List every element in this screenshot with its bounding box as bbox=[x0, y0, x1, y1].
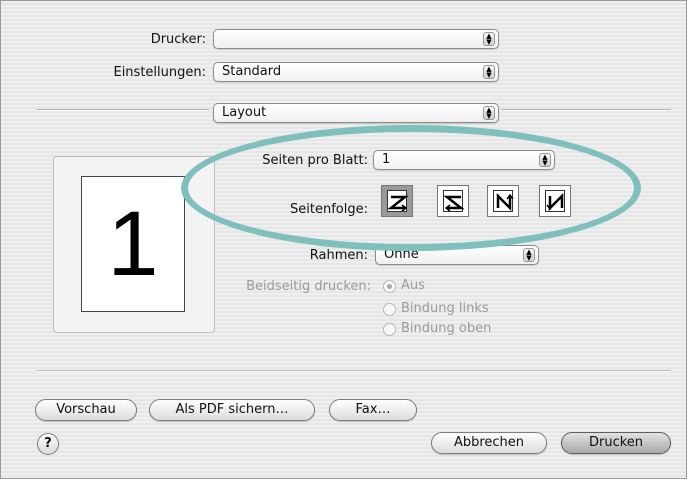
duplex-bind-left-label: Bindung links bbox=[401, 301, 489, 316]
page-preview: 1 bbox=[81, 176, 185, 312]
popup-arrows-icon: ▲ ▼ bbox=[523, 248, 535, 262]
print-button[interactable]: Drucken bbox=[561, 432, 671, 454]
fax-button[interactable]: Fax… bbox=[329, 399, 417, 421]
popup-arrows-icon: ▲ ▼ bbox=[483, 106, 495, 120]
duplex-bind-top-radio[interactable] bbox=[383, 323, 396, 336]
popup-arrows-icon: ▲ ▼ bbox=[539, 153, 551, 167]
n-order-icon bbox=[496, 192, 514, 212]
duplex-bind-left-radio[interactable] bbox=[383, 303, 396, 316]
reverse-z-order-icon bbox=[443, 195, 465, 212]
reverse-n-order-icon bbox=[546, 192, 564, 212]
panel-popup[interactable]: Layout ▲ ▼ bbox=[213, 103, 499, 123]
border-label: Rahmen: bbox=[309, 248, 368, 263]
popup-arrows-icon: ▲ ▼ bbox=[483, 32, 495, 46]
pages-per-sheet-label: Seiten pro Blatt: bbox=[262, 153, 368, 168]
border-value: Ohne bbox=[384, 247, 419, 262]
preview-button[interactable]: Vorschau bbox=[35, 399, 137, 421]
z-order-icon bbox=[387, 195, 409, 212]
pages-per-sheet-value: 1 bbox=[382, 152, 391, 167]
border-popup[interactable]: Ohne ▲ ▼ bbox=[375, 245, 539, 265]
page-order-label: Seitenfolge: bbox=[290, 202, 368, 217]
pages-per-sheet-popup[interactable]: 1 ▲ ▼ bbox=[373, 150, 555, 170]
help-button[interactable]: ? bbox=[37, 433, 59, 455]
print-dialog: Drucker: ▲ ▼ Einstellungen: Standard ▲ ▼ L… bbox=[0, 0, 687, 479]
settings-popup[interactable]: Standard ▲ ▼ bbox=[213, 62, 499, 82]
cancel-button[interactable]: Abbrechen bbox=[431, 432, 547, 454]
page-order-reverse-z-button[interactable] bbox=[437, 185, 469, 217]
duplex-off-radio[interactable] bbox=[383, 280, 396, 293]
printer-label: Drucker: bbox=[150, 32, 206, 47]
printer-popup[interactable]: ▲ ▼ bbox=[213, 29, 499, 49]
duplex-off-label: Aus bbox=[401, 278, 425, 293]
separator-top-left bbox=[37, 109, 209, 111]
popup-arrows-icon: ▲ ▼ bbox=[483, 65, 495, 79]
page-order-reverse-n-button[interactable] bbox=[539, 185, 571, 217]
page-order-z-button[interactable] bbox=[381, 185, 413, 217]
separator-bottom bbox=[37, 370, 671, 372]
duplex-label: Beidseitig drucken: bbox=[246, 279, 371, 294]
save-as-pdf-button[interactable]: Als PDF sichern… bbox=[149, 399, 315, 421]
settings-label: Einstellungen: bbox=[113, 65, 206, 80]
separator-top-right bbox=[501, 109, 671, 111]
panel-value: Layout bbox=[222, 105, 267, 120]
page-order-n-button[interactable] bbox=[487, 185, 519, 217]
duplex-bind-top-label: Bindung oben bbox=[401, 321, 492, 336]
settings-value: Standard bbox=[222, 64, 282, 79]
